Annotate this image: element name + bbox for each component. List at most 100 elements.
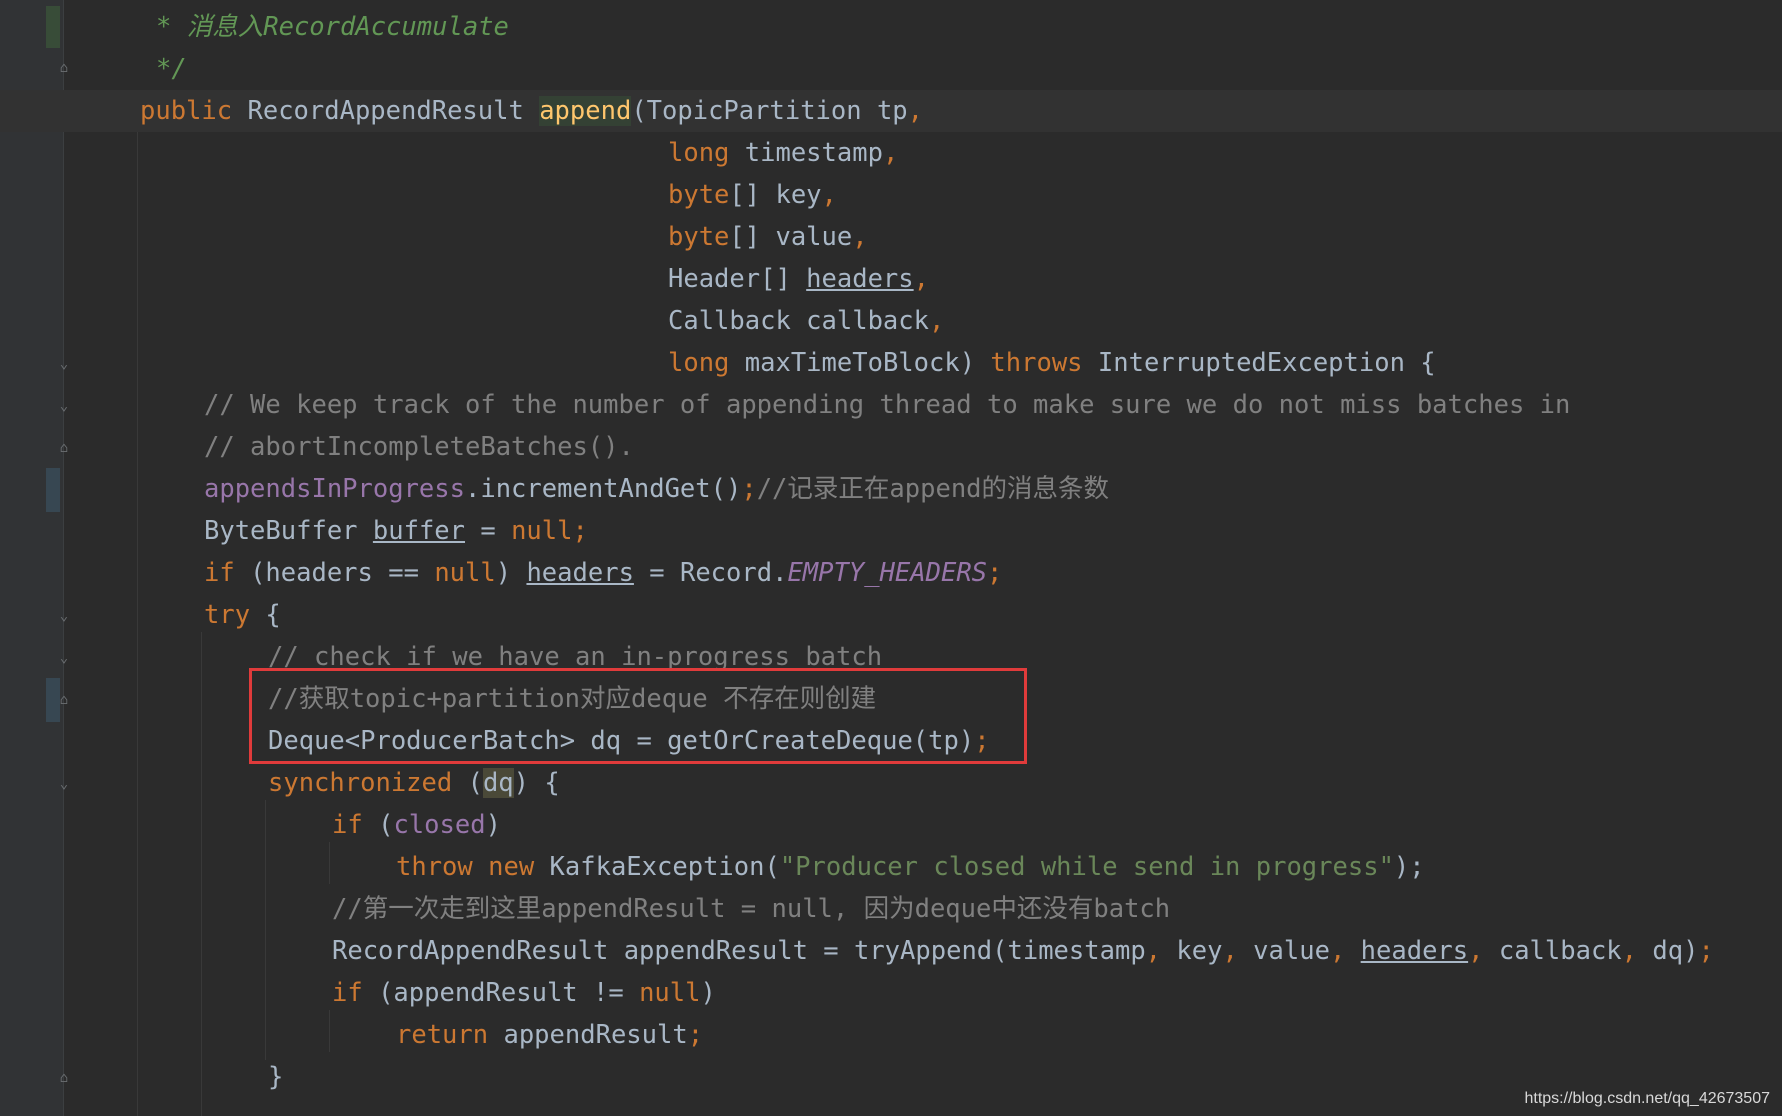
keyword-token: null bbox=[511, 516, 573, 546]
doc-token: */ bbox=[156, 54, 187, 84]
code-token: { bbox=[250, 600, 281, 630]
code-line[interactable]: throw new KafkaException("Producer close… bbox=[0, 846, 1425, 888]
code-line[interactable]: // abortIncompleteBatches(). bbox=[0, 426, 634, 468]
code-token: InterruptedException { bbox=[1082, 348, 1436, 378]
punct-token: , bbox=[1621, 936, 1638, 966]
type-token: Header[] bbox=[668, 264, 807, 294]
code-line[interactable]: ByteBuffer buffer = null; bbox=[0, 510, 588, 552]
code-line[interactable]: if (closed) bbox=[0, 804, 501, 846]
code-line[interactable]: return appendResult; bbox=[0, 1014, 703, 1056]
code-token: key bbox=[1161, 936, 1223, 966]
doc-token: * bbox=[156, 12, 187, 42]
punct-token: , bbox=[1222, 936, 1238, 966]
code-token: callback bbox=[1483, 936, 1622, 966]
code-token: ) bbox=[485, 810, 501, 840]
keyword-token: if bbox=[332, 978, 363, 1008]
code-line[interactable]: byte[] value, bbox=[0, 216, 868, 258]
keyword-token: byte bbox=[668, 222, 730, 252]
code-line[interactable]: Callback callback, bbox=[0, 300, 944, 342]
code-token: ( bbox=[362, 810, 394, 840]
code-line[interactable]: byte[] key, bbox=[0, 174, 837, 216]
keyword-token: try bbox=[204, 600, 251, 630]
code-token: [] value bbox=[729, 222, 853, 252]
punct-token: ; bbox=[1698, 936, 1714, 966]
reassigned-var-token: headers bbox=[806, 264, 914, 294]
code-token: (headers == bbox=[234, 558, 435, 588]
keyword-token: return bbox=[396, 1020, 489, 1050]
code-token: dq) bbox=[1637, 936, 1699, 966]
doc-token: 消息入 bbox=[186, 12, 264, 42]
keyword-token: throw bbox=[396, 852, 473, 882]
doc-token: RecordAccumulate bbox=[263, 12, 509, 42]
comment-token: // abortIncompleteBatches(). bbox=[204, 432, 634, 462]
type-token: RecordAppendResult bbox=[247, 96, 524, 126]
code-token: appendResult bbox=[488, 1020, 688, 1050]
code-token: ) { bbox=[513, 768, 560, 798]
code-token: ); bbox=[1393, 852, 1425, 882]
code-token: KafkaException( bbox=[534, 852, 780, 882]
code-token: maxTimeToBlock) bbox=[729, 348, 991, 378]
punct-token: ; bbox=[572, 516, 588, 546]
code-line[interactable]: */ bbox=[0, 48, 187, 90]
code-token: = Record. bbox=[633, 558, 788, 588]
code-line[interactable]: if (appendResult != null) bbox=[0, 972, 716, 1014]
code-line[interactable]: if (headers == null) headers = Record.EM… bbox=[0, 552, 1002, 594]
code-token: RecordAppendResult appendResult = tryApp… bbox=[332, 936, 1146, 966]
punct-token: , bbox=[1468, 936, 1484, 966]
keyword-token: synchronized bbox=[268, 768, 453, 798]
keyword-token: new bbox=[472, 852, 535, 882]
code-line[interactable]: RecordAppendResult appendResult = tryApp… bbox=[0, 930, 1714, 972]
keyword-token: null bbox=[434, 558, 496, 588]
annotation-highlight-box bbox=[249, 668, 1027, 764]
comment-token: // We keep track of the number of append… bbox=[204, 390, 1571, 420]
keyword-token: throws bbox=[990, 348, 1083, 378]
code-token: value bbox=[1237, 936, 1330, 966]
code-line[interactable]: //第一次走到这里appendResult = null, 因为deque中还没… bbox=[0, 888, 1170, 930]
code-line[interactable]: appendsInProgress.incrementAndGet();//记录… bbox=[0, 468, 1109, 510]
code-line[interactable]: Header[] headers, bbox=[0, 258, 929, 300]
field-token: closed bbox=[393, 810, 486, 840]
punct-token: , bbox=[913, 264, 929, 294]
keyword-token: long bbox=[668, 348, 730, 378]
code-token: } bbox=[268, 1062, 284, 1092]
code-token: ) bbox=[495, 558, 527, 588]
punct-token: , bbox=[929, 306, 945, 336]
string-token: "Producer closed while send in progress" bbox=[779, 852, 1394, 882]
reassigned-var-token: headers bbox=[1360, 936, 1469, 966]
code-line[interactable]: try { bbox=[0, 594, 281, 636]
punct-token: , bbox=[1145, 936, 1162, 966]
keyword-token: null bbox=[639, 978, 701, 1008]
code-token: ) bbox=[700, 978, 716, 1008]
punct-token: , bbox=[1329, 936, 1346, 966]
punct-token: , bbox=[882, 138, 899, 168]
code-editor[interactable]: @ ⌂ ⌄ ⌄ ⌂ ⌄ ⌄ ⌂ ⌄ ⌂ * 消息入RecordAccumulat… bbox=[0, 0, 1782, 1116]
field-token: appendsInProgress bbox=[204, 474, 465, 504]
punct-token: , bbox=[907, 96, 924, 126]
keyword-token: public bbox=[140, 96, 233, 126]
type-token: ByteBuffer bbox=[204, 516, 373, 546]
code-line[interactable]: long maxTimeToBlock) throws InterruptedE… bbox=[0, 342, 1436, 384]
static-field-token: EMPTY_HEADERS bbox=[787, 558, 988, 588]
comment-token: //第一次走到这里appendResult = null, 因为deque中还没… bbox=[332, 894, 1171, 924]
punct-token: ; bbox=[741, 474, 757, 504]
watermark-url: https://blog.csdn.net/qq_42673507 bbox=[1524, 1090, 1770, 1107]
highlighted-usage-token: dq bbox=[482, 768, 514, 798]
reassigned-var-token: buffer bbox=[372, 516, 466, 546]
code-line[interactable]: synchronized (dq) { bbox=[0, 762, 560, 804]
code-line[interactable]: * 消息入RecordAccumulate bbox=[0, 6, 509, 48]
method-name-token: append bbox=[539, 96, 632, 126]
punct-token: ; bbox=[687, 1020, 704, 1050]
code-line[interactable]: } bbox=[0, 1056, 283, 1098]
code-line[interactable]: // We keep track of the number of append… bbox=[0, 384, 1570, 426]
code-token: .incrementAndGet() bbox=[465, 474, 742, 504]
code-token: ( bbox=[452, 768, 483, 798]
punct-token: , bbox=[852, 222, 868, 252]
code-token: (TopicPartition tp bbox=[631, 96, 908, 126]
code-line-current[interactable]: public RecordAppendResult append(TopicPa… bbox=[0, 90, 1782, 132]
code-line[interactable]: long timestamp, bbox=[0, 132, 898, 174]
punct-token: , bbox=[821, 180, 837, 210]
punct-token: ; bbox=[987, 558, 1003, 588]
comment-token: //记录正在append的消息条数 bbox=[756, 474, 1110, 504]
code-token: Callback callback bbox=[668, 306, 929, 336]
